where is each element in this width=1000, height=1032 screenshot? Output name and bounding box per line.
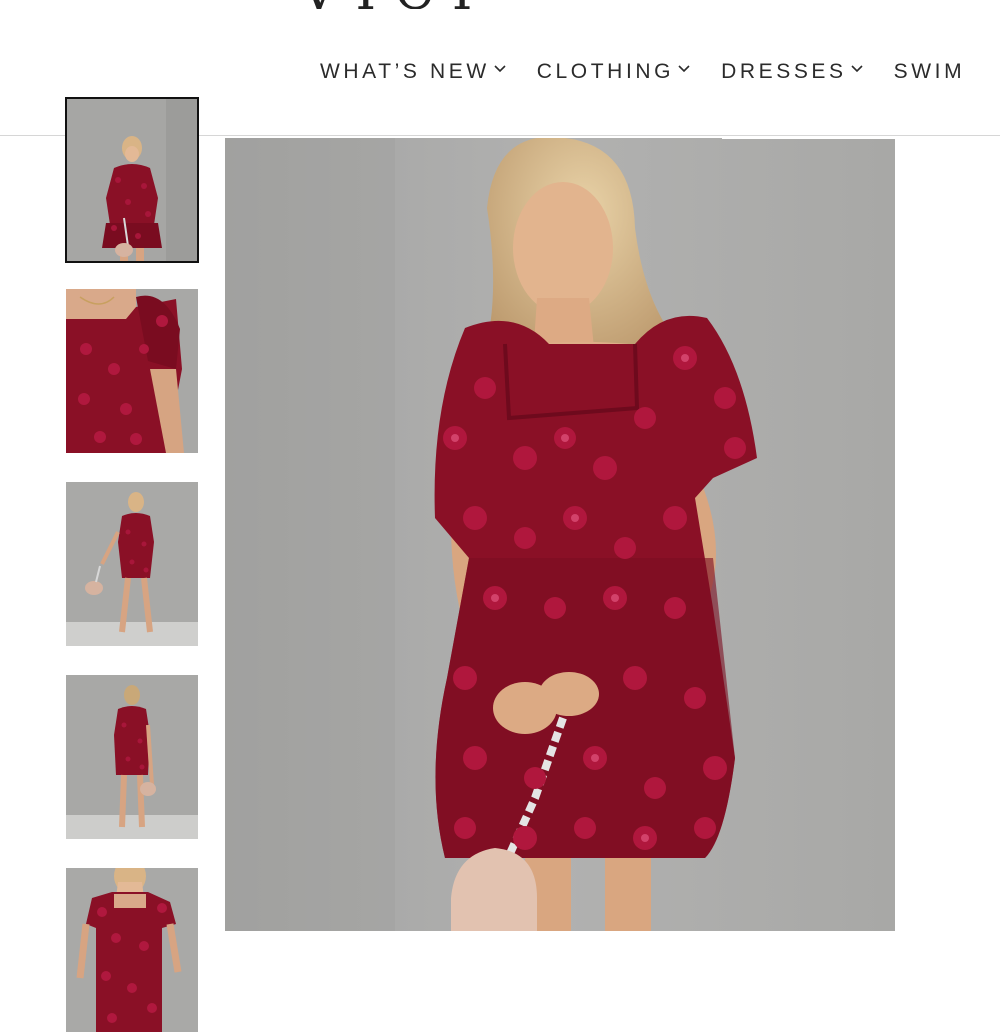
main-product-image[interactable]: [225, 138, 895, 931]
main-nav: WHAT’S NEW CLOTHING DRESSES SWIM: [320, 58, 995, 86]
product-thumbnail-1[interactable]: [65, 97, 199, 263]
image-top-divider: [722, 136, 895, 139]
nav-label-whats-new[interactable]: WHAT’S NEW: [320, 60, 490, 84]
nav-item-swim[interactable]: SWIM: [894, 58, 966, 86]
nav-label-swim[interactable]: SWIM: [894, 60, 966, 84]
site-logo-text[interactable]: VICI: [300, 0, 490, 9]
nav-item-clothing[interactable]: CLOTHING: [537, 58, 691, 86]
product-thumbnail-5[interactable]: [66, 868, 198, 1032]
product-thumbnail-image: [66, 98, 198, 262]
nav-label-clothing[interactable]: CLOTHING: [537, 60, 674, 84]
product-thumbnail-4[interactable]: [66, 675, 198, 839]
product-thumbnail-image: [66, 868, 198, 1032]
nav-item-dresses[interactable]: DRESSES: [721, 58, 864, 86]
product-thumbnail-3[interactable]: [66, 482, 198, 646]
chevron-down-icon[interactable]: [493, 64, 507, 74]
site-logo[interactable]: VICI: [300, 0, 560, 9]
chevron-down-icon[interactable]: [677, 64, 691, 74]
product-thumbnail-image: [66, 675, 198, 839]
chevron-down-icon[interactable]: [850, 64, 864, 74]
nav-item-whats-new[interactable]: WHAT’S NEW: [320, 58, 507, 86]
nav-label-dresses[interactable]: DRESSES: [721, 60, 847, 84]
product-thumbnail-2[interactable]: [66, 289, 198, 453]
main-product-photo: [225, 138, 895, 931]
product-thumbnail-image: [66, 482, 198, 646]
product-thumbnail-image: [66, 289, 198, 453]
